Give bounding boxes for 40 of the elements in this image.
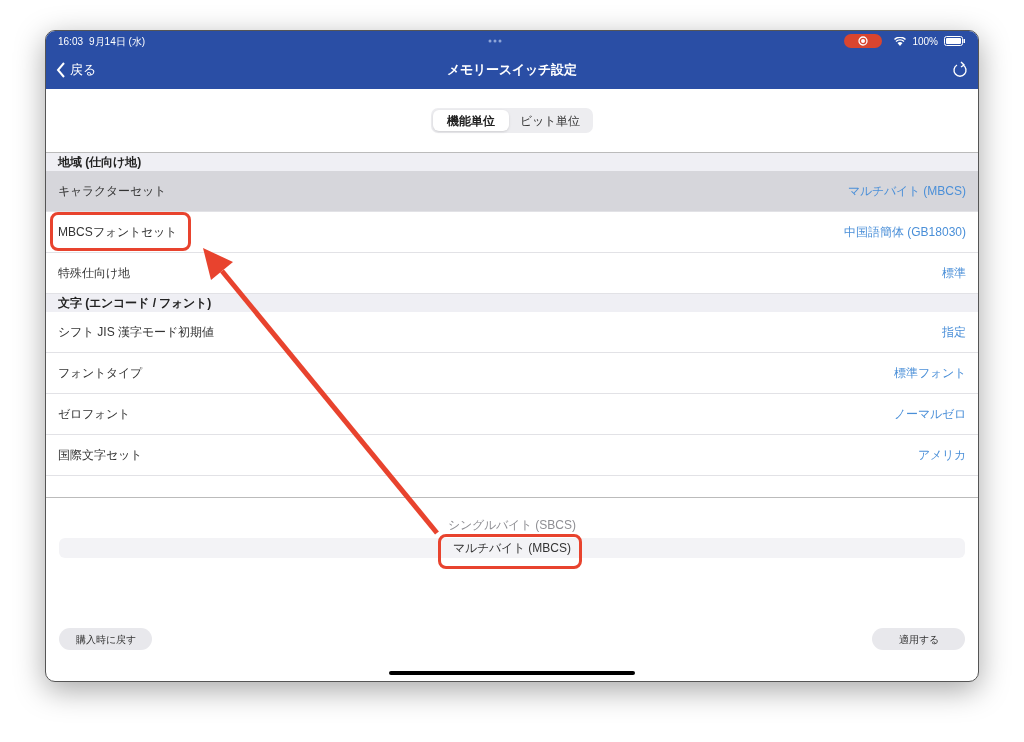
refresh-icon[interactable]	[952, 61, 968, 79]
row-value: 標準	[942, 265, 966, 282]
row-label: シフト JIS 漢字モード初期値	[58, 324, 214, 341]
settings-row[interactable]: フォントタイプ 標準フォント	[46, 353, 978, 394]
wifi-icon	[894, 36, 907, 46]
action-button[interactable]: 購入時に戻す	[59, 628, 152, 650]
row-label: MBCSフォントセット	[58, 224, 177, 241]
row-label: 国際文字セット	[58, 447, 142, 464]
battery-percentage: 100%	[912, 34, 938, 49]
row-label: キャラクターセット	[58, 183, 166, 200]
screen-title: メモリースイッチ設定	[447, 61, 577, 80]
segment-tab[interactable]: 機能単位	[433, 110, 509, 131]
action-button[interactable]: 適用する	[872, 628, 965, 650]
settings-row[interactable]: ゼロフォント ノーマルゼロ	[46, 394, 978, 435]
settings-row[interactable]: 特殊仕向け地 標準	[46, 253, 978, 294]
date: 9月14日 (水)	[89, 34, 146, 49]
more-dots-icon	[487, 39, 502, 43]
segment-tab[interactable]: ビット単位	[509, 110, 591, 131]
section-header: 文字 (エンコード / フォント)	[46, 294, 978, 312]
row-value: 中国語簡体 (GB18030)	[843, 224, 966, 241]
back-chevron-icon	[56, 62, 66, 78]
settings-row[interactable]: MBCSフォントセット 中国語簡体 (GB18030)	[46, 212, 978, 253]
row-value: ノーマルゼロ	[894, 406, 966, 423]
settings-row[interactable]: 国際文字セット アメリカ	[46, 435, 978, 476]
row-value: 指定	[942, 324, 966, 341]
row-label: フォントタイプ	[58, 365, 142, 382]
section-header: 地域 (仕向け地)	[46, 153, 978, 171]
picker-option[interactable]: マルチバイト (MBCS)	[59, 538, 965, 558]
battery-icon	[944, 36, 966, 46]
back-button[interactable]: 戻る	[56, 60, 176, 80]
settings-row[interactable]: キャラクターセット マルチバイト (MBCS)	[46, 171, 978, 212]
recording-indicator	[844, 34, 883, 48]
picker-option[interactable]: シングルバイト (SBCS)	[46, 516, 978, 534]
time: 16:03	[58, 34, 84, 49]
row-value: アメリカ	[918, 447, 966, 464]
row-value: 標準フォント	[894, 365, 966, 382]
row-label: 特殊仕向け地	[58, 265, 130, 282]
row-label: ゼロフォント	[58, 406, 130, 423]
row-value: マルチバイト (MBCS)	[848, 183, 966, 200]
settings-row[interactable]: シフト JIS 漢字モード初期値 指定	[46, 312, 978, 353]
